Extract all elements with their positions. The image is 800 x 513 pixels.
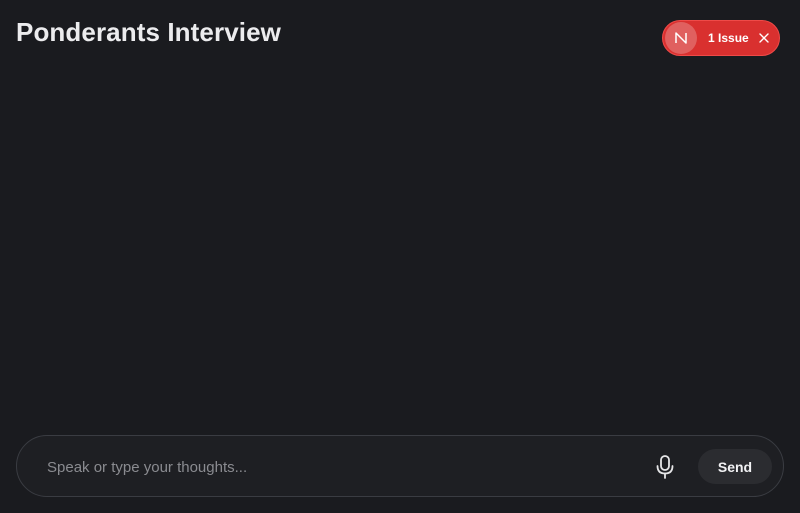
page-title: Ponderants Interview: [16, 17, 281, 47]
message-input[interactable]: [45, 451, 629, 483]
send-button[interactable]: Send: [698, 449, 772, 484]
close-icon[interactable]: [757, 31, 771, 45]
microphone-icon[interactable]: [651, 453, 679, 481]
interview-page: Ponderants Interview 1 Issue Send: [0, 0, 800, 513]
issues-badge-button[interactable]: 1 Issue: [662, 20, 780, 56]
message-composer: Send: [16, 435, 784, 497]
nextjs-logo-icon: [665, 22, 697, 54]
issues-count-label: 1 Issue: [708, 31, 749, 45]
